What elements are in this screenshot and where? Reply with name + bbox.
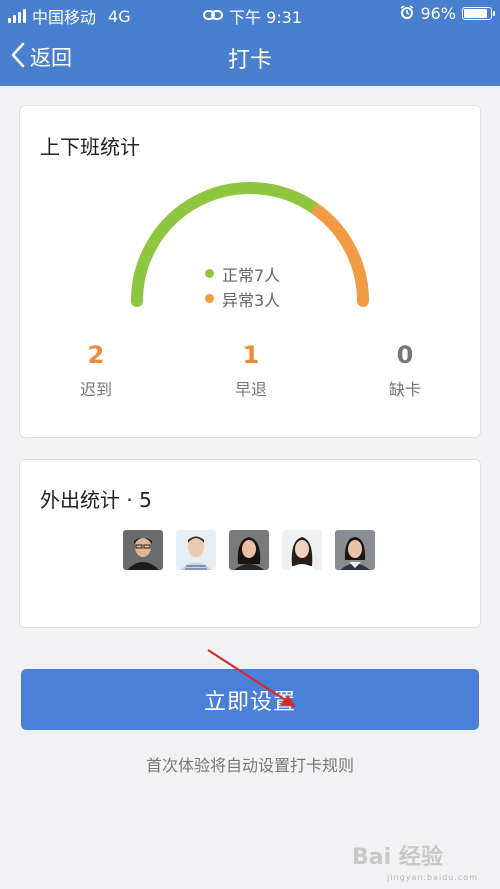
stat-early-leave[interactable]: 1 早退 — [191, 338, 311, 400]
avatar[interactable] — [335, 530, 375, 570]
status-bar: 中国移动 4G 下午 9:31 96% — [0, 0, 500, 28]
avatar-list — [123, 530, 375, 570]
stat-late-value: 2 — [87, 341, 105, 369]
signal-icon — [8, 9, 26, 23]
watermark-url: jingyan.baidu.com — [387, 873, 478, 882]
battery-icon — [462, 7, 495, 20]
setup-hint: 首次体验将自动设置打卡规则 — [145, 756, 354, 775]
outing-title: 外出统计 · 5 — [40, 488, 152, 512]
network-label: 4G — [108, 6, 131, 26]
avatar[interactable] — [282, 530, 322, 570]
carrier-label: 中国移动 — [32, 8, 97, 27]
stat-early-leave-value: 1 — [242, 341, 260, 369]
page-title: 打卡 — [227, 48, 272, 73]
setup-now-button[interactable]: 立即设置 — [21, 669, 479, 730]
outing-card: 外出统计 · 5 — [19, 459, 481, 628]
stat-missing-card-label: 缺卡 — [388, 380, 421, 399]
legend-dot-normal — [205, 269, 214, 278]
legend-label-abnormal: 异常3人 — [222, 290, 281, 310]
gauge-legend: 正常7人 异常3人 — [205, 261, 280, 311]
stat-missing-card-value: 0 — [396, 341, 414, 369]
battery-percent: 96% — [420, 4, 456, 23]
stat-missing-card[interactable]: 0 缺卡 — [345, 338, 465, 400]
watermark-brand: Bai 经验 — [352, 844, 443, 870]
avatar[interactable] — [176, 530, 216, 570]
stat-early-leave-label: 早退 — [234, 380, 267, 399]
status-time: 下午 9:31 — [229, 8, 303, 27]
gauge-arc-abnormal — [312, 204, 369, 307]
alarm-icon — [400, 4, 414, 23]
legend-item-normal: 正常7人 — [205, 261, 280, 286]
attendance-card: 上下班统计 正常7人 异常3人 2 迟到 1 早退 0 缺卡 — [19, 105, 481, 438]
legend-label-normal: 正常7人 — [222, 265, 281, 285]
link-icon — [203, 7, 223, 26]
stat-late-label: 迟到 — [79, 380, 112, 399]
attendance-title: 上下班统计 — [40, 135, 140, 159]
legend-dot-abnormal — [205, 294, 214, 303]
avatar[interactable] — [229, 530, 269, 570]
avatar[interactable] — [123, 530, 163, 570]
nav-bar: 返回 打卡 — [0, 28, 500, 86]
legend-item-abnormal: 异常3人 — [205, 286, 280, 311]
stat-late[interactable]: 2 迟到 — [36, 338, 156, 400]
